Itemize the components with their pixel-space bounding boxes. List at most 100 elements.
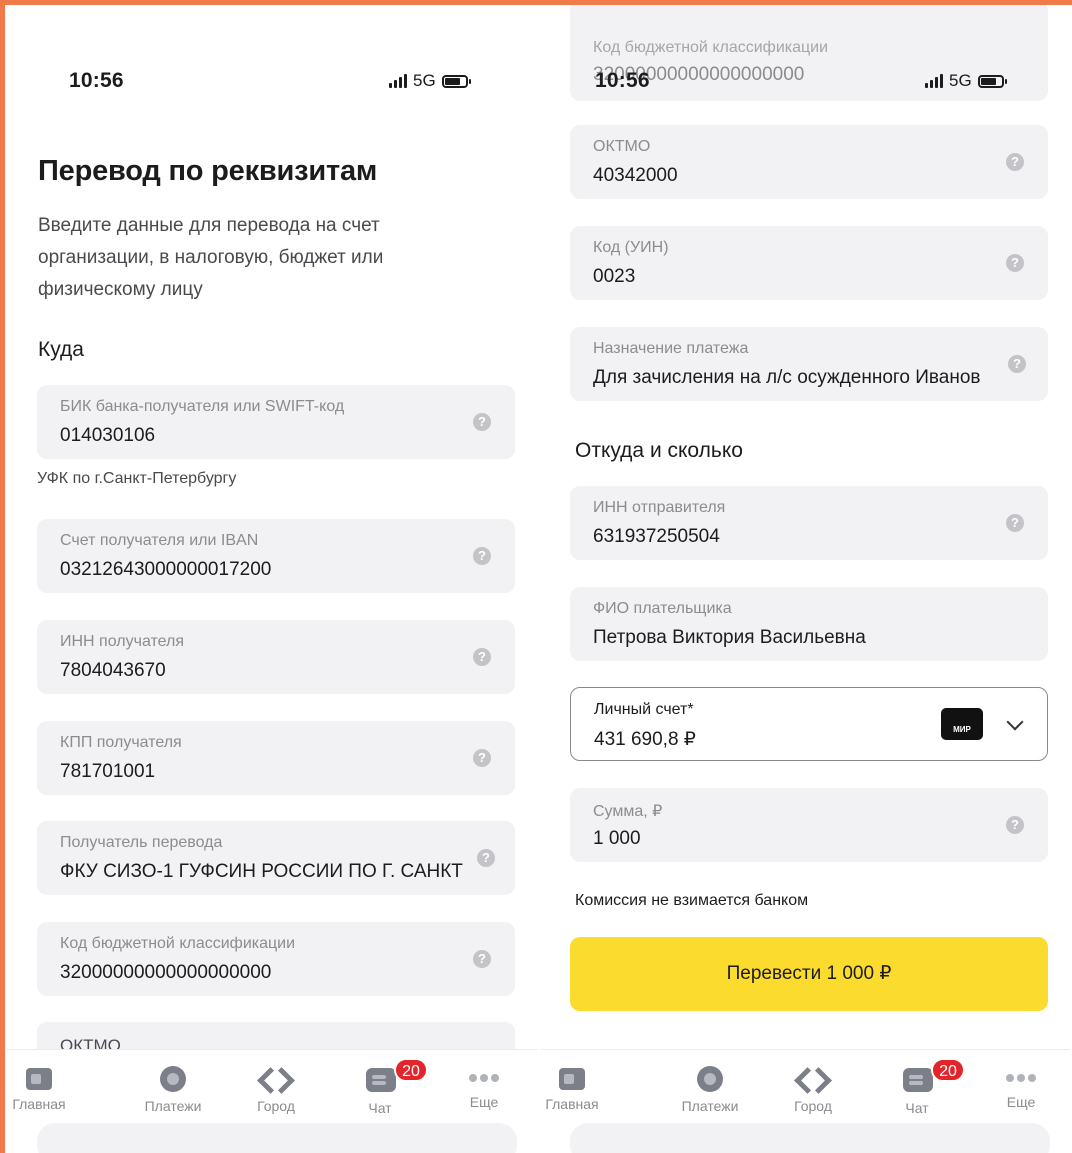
tab-chat[interactable]: 20 Чат bbox=[872, 1058, 965, 1116]
chat-badge: 20 bbox=[394, 1058, 428, 1082]
amount-value[interactable]: 1 000 bbox=[593, 828, 641, 850]
home-indicator bbox=[570, 1123, 1050, 1153]
help-icon[interactable]: ? bbox=[473, 950, 491, 968]
payer-name-label: ФИО плательщика bbox=[593, 600, 732, 617]
bik-field[interactable]: БИК банка-получателя или SWIFT-код 01403… bbox=[37, 385, 515, 459]
tab-home[interactable]: Главная bbox=[7, 1066, 84, 1112]
recipient-label: Получатель перевода bbox=[60, 834, 223, 851]
network-label: 5G bbox=[413, 71, 436, 90]
tab-payments-label: Платежи bbox=[681, 1098, 739, 1114]
battery-icon bbox=[441, 74, 471, 88]
tab-city[interactable]: Город bbox=[231, 1066, 321, 1114]
commission-note: Комиссия не взимается банком bbox=[575, 892, 809, 909]
kbk-value[interactable]: 32000000000000000000 bbox=[60, 962, 271, 984]
bik-value[interactable]: 014030106 bbox=[60, 425, 155, 447]
help-icon[interactable]: ? bbox=[473, 648, 491, 666]
kpp-value[interactable]: 781701001 bbox=[60, 761, 155, 783]
sender-inn-field[interactable]: ИНН отправителя 631937250504 ? bbox=[570, 486, 1048, 560]
help-icon[interactable]: ? bbox=[1008, 355, 1026, 373]
amount-field[interactable]: Сумма, ₽ 1 000 ? bbox=[570, 788, 1048, 862]
right-screen: Код бюджетной классификации 320000000000… bbox=[540, 5, 1070, 1153]
tab-home[interactable]: Главная bbox=[540, 1066, 617, 1112]
payer-name-field[interactable]: ФИО плательщика Петрова Виктория Василье… bbox=[570, 587, 1048, 661]
chevron-down-icon[interactable] bbox=[1006, 713, 1024, 731]
battery-icon bbox=[977, 74, 1007, 88]
payments-icon bbox=[697, 1066, 723, 1092]
section-title-from: Откуда и сколько bbox=[575, 439, 743, 462]
page-title: Перевод по реквизитам bbox=[38, 155, 378, 187]
help-icon[interactable]: ? bbox=[1006, 816, 1024, 834]
bik-bank-note: УФК по г.Санкт-Петербургу bbox=[37, 470, 237, 487]
tab-payments[interactable]: Платежи bbox=[665, 1066, 755, 1114]
account-value[interactable]: 03212643000000017200 bbox=[60, 559, 271, 581]
kpp-label: КПП получателя bbox=[60, 734, 182, 751]
help-icon[interactable]: ? bbox=[473, 749, 491, 767]
payments-icon bbox=[160, 1066, 186, 1092]
account-select-label: Личный счет* bbox=[594, 701, 694, 718]
tab-payments[interactable]: Платежи bbox=[128, 1066, 218, 1114]
purpose-value[interactable]: Для зачисления на л/с осужденного Иванов bbox=[593, 367, 981, 389]
uin-field[interactable]: Код (УИН) 0023 ? bbox=[570, 226, 1048, 300]
home-indicator bbox=[37, 1123, 517, 1153]
help-icon[interactable]: ? bbox=[1006, 153, 1024, 171]
oktmo-value[interactable]: 40342000 bbox=[593, 165, 678, 187]
tab-more-label: Еще bbox=[469, 1094, 499, 1110]
more-icon bbox=[439, 1066, 529, 1082]
status-bar: 10:56 5G bbox=[540, 65, 1070, 95]
tab-more-label: Еще bbox=[1006, 1094, 1036, 1110]
help-icon[interactable]: ? bbox=[473, 547, 491, 565]
purpose-label: Назначение платежа bbox=[593, 340, 749, 357]
tab-city[interactable]: Город bbox=[768, 1066, 858, 1114]
tab-more[interactable]: Еще bbox=[439, 1066, 529, 1110]
inn-label: ИНН получателя bbox=[60, 633, 184, 650]
help-icon[interactable]: ? bbox=[473, 413, 491, 431]
tab-chat[interactable]: 20 Чат bbox=[335, 1058, 428, 1116]
tab-chat-label: Чат bbox=[905, 1100, 929, 1116]
account-label: Счет получателя или IBAN bbox=[60, 532, 259, 549]
oktmo-label: ОКТМО bbox=[593, 138, 651, 155]
inn-value[interactable]: 7804043670 bbox=[60, 660, 166, 682]
account-select[interactable]: Личный счет* 431 690,8 ₽ МИР bbox=[570, 687, 1048, 761]
comparison-frame: 10:56 5G Перевод по реквизитам Введите д… bbox=[0, 0, 1072, 1153]
section-title-to: Куда bbox=[38, 338, 84, 361]
left-screen: 10:56 5G Перевод по реквизитам Введите д… bbox=[7, 5, 537, 1153]
tab-city-label: Город bbox=[257, 1098, 295, 1114]
sender-inn-value[interactable]: 631937250504 bbox=[593, 526, 720, 548]
kbk-label: Код бюджетной классификации bbox=[593, 39, 829, 56]
help-icon[interactable]: ? bbox=[477, 849, 495, 867]
tab-home-label: Главная bbox=[545, 1096, 599, 1112]
tab-more[interactable]: Еще bbox=[976, 1066, 1066, 1110]
uin-value[interactable]: 0023 bbox=[593, 266, 635, 288]
uin-label: Код (УИН) bbox=[593, 239, 669, 256]
amount-label: Сумма, ₽ bbox=[593, 803, 663, 820]
kpp-field[interactable]: КПП получателя 781701001 ? bbox=[37, 721, 515, 795]
sender-inn-label: ИНН отправителя bbox=[593, 499, 726, 516]
oktmo-field[interactable]: ОКТМО 40342000 ? bbox=[570, 125, 1048, 199]
kbk-field[interactable]: Код бюджетной классификации 320000000000… bbox=[37, 922, 515, 996]
recipient-field[interactable]: Получатель перевода ФКУ СИЗО-1 ГУФСИН РО… bbox=[37, 821, 515, 895]
account-balance: 431 690,8 ₽ bbox=[594, 729, 696, 750]
status-indicators: 5G bbox=[925, 71, 1007, 91]
inn-field[interactable]: ИНН получателя 7804043670 ? bbox=[37, 620, 515, 694]
chat-icon bbox=[903, 1068, 933, 1092]
city-icon bbox=[263, 1066, 289, 1092]
city-icon bbox=[800, 1066, 826, 1092]
frame-border-left bbox=[0, 0, 5, 1153]
home-icon bbox=[559, 1068, 585, 1090]
signal-icon bbox=[389, 74, 407, 88]
help-icon[interactable]: ? bbox=[1006, 514, 1024, 532]
transfer-button[interactable]: Перевести 1 000 ₽ bbox=[570, 937, 1048, 1011]
payer-name-value[interactable]: Петрова Виктория Васильевна bbox=[593, 627, 866, 649]
status-time: 10:56 bbox=[595, 69, 650, 92]
tab-home-label: Главная bbox=[12, 1096, 66, 1112]
recipient-value[interactable]: ФКУ СИЗО-1 ГУФСИН РОССИИ ПО Г. САНКТ bbox=[60, 861, 463, 883]
network-label: 5G bbox=[949, 71, 972, 90]
help-icon[interactable]: ? bbox=[1006, 254, 1024, 272]
status-bar: 10:56 5G bbox=[7, 65, 537, 95]
status-indicators: 5G bbox=[389, 71, 471, 91]
signal-icon bbox=[925, 74, 943, 88]
account-field[interactable]: Счет получателя или IBAN 032126430000000… bbox=[37, 519, 515, 593]
chat-icon bbox=[366, 1068, 396, 1092]
more-icon bbox=[976, 1066, 1066, 1082]
purpose-field[interactable]: Назначение платежа Для зачисления на л/с… bbox=[570, 327, 1048, 401]
